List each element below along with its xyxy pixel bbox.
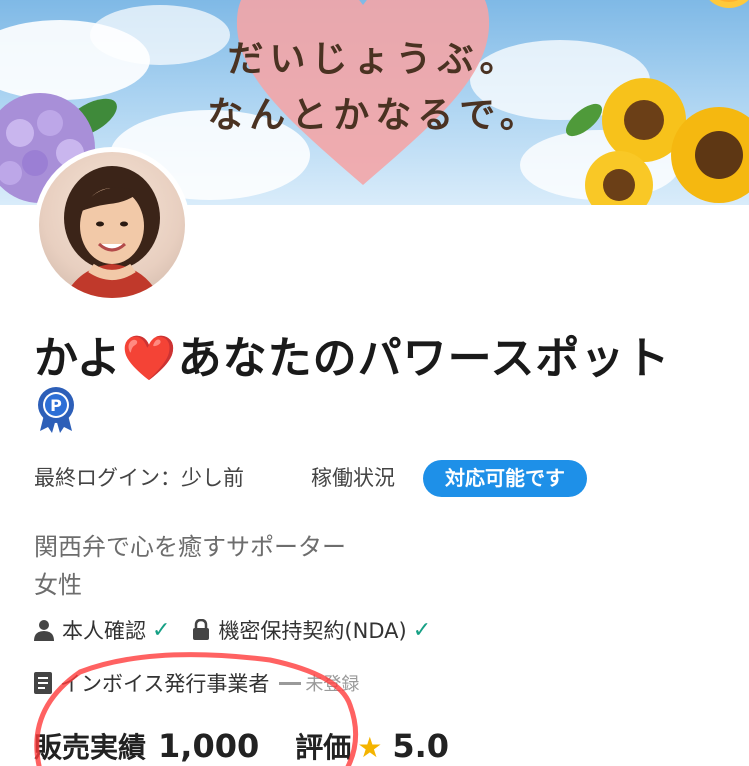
- availability-badge: 対応可能です: [423, 460, 587, 497]
- badge-letter: P: [50, 396, 62, 415]
- name-suffix: あなたのパワースポット: [177, 333, 671, 384]
- avatar-photo: [39, 152, 185, 298]
- sales-value: 1,000: [158, 727, 260, 765]
- invoice-status: 未登録: [305, 674, 360, 695]
- star-icon: ★: [357, 731, 383, 764]
- last-login-value: 少し前: [181, 466, 244, 490]
- document-icon: [34, 672, 52, 694]
- avatar[interactable]: [34, 147, 190, 303]
- last-login: 最終ログイン：少し前: [34, 462, 244, 492]
- verification-row: 本人確認 ✓ 機密保持契約(NDA) ✓: [34, 615, 431, 645]
- identity-verified-label: 本人確認: [62, 619, 146, 643]
- last-login-label: 最終ログイン：: [34, 466, 181, 490]
- heart-icon: ❤️: [121, 333, 178, 384]
- person-icon: [34, 620, 54, 641]
- sun-illustration: [709, 0, 749, 8]
- name-prefix: かよ: [34, 333, 122, 384]
- gender: 女性: [34, 571, 82, 599]
- rating-label: 評価: [295, 731, 352, 764]
- invoice-label: インボイス発行事業者: [60, 672, 270, 696]
- dash-icon: [279, 681, 302, 685]
- premium-badge-icon: P: [38, 387, 74, 433]
- profile-name: かよ❤️あなたのパワースポット: [34, 322, 670, 386]
- status-label: 稼働状況: [311, 466, 395, 490]
- lock-icon: [193, 619, 210, 640]
- sunflower-illustration: [565, 78, 749, 205]
- nda-label: 機密保持契約(NDA): [218, 619, 407, 643]
- rating-value: 5.0: [392, 727, 450, 765]
- stats-row: 販売実績 1,000 評価 ★ 5.0: [34, 726, 485, 766]
- nda-check-icon: ✓: [412, 617, 432, 643]
- catchphrase: 関西弁で心を癒すサポーター: [34, 533, 346, 561]
- sales-label: 販売実績: [34, 731, 147, 764]
- identity-check-icon: ✓: [152, 617, 171, 643]
- invoice-row: インボイス発行事業者 未登録: [34, 668, 359, 698]
